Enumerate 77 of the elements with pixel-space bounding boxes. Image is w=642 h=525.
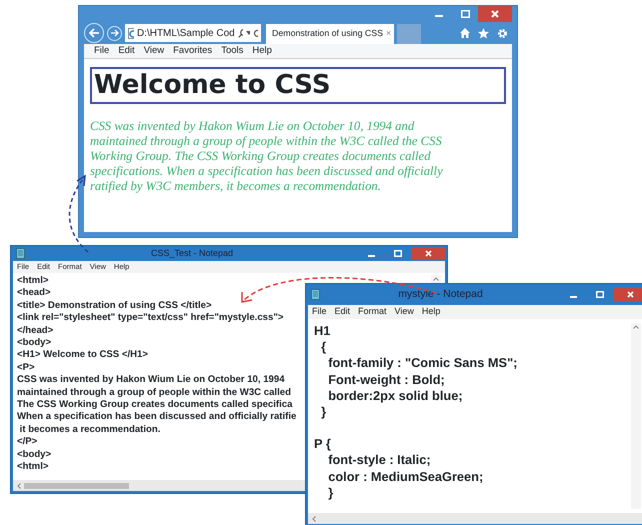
- code-line: P {: [314, 436, 331, 452]
- menu-item[interactable]: File: [312, 305, 327, 319]
- address-text: D:\HTML\Sample Cod: [136, 26, 235, 40]
- menu-item[interactable]: View: [394, 305, 414, 319]
- close-button[interactable]: [411, 247, 445, 260]
- code-line: <html>: [17, 461, 48, 474]
- code-line: <title> Demonstration of using CSS </title>: [17, 300, 212, 312]
- paragraph-line: ratified by W3C members, it becomes a recommendation.: [90, 179, 382, 194]
- tab-close-button[interactable]: ×: [386, 27, 392, 41]
- code-line: </head>: [17, 324, 54, 338]
- paragraph-line: specifications. When a specification has been discussed and officially: [90, 164, 444, 179]
- notepad-icon: [311, 289, 320, 300]
- close-icon: [626, 291, 634, 298]
- notepad-icon: [16, 248, 25, 259]
- close-icon: [491, 10, 499, 18]
- window-title: CSS_Test - Notepad: [150, 246, 234, 260]
- maximize-icon: [460, 10, 470, 18]
- menu-item[interactable]: Edit: [118, 44, 135, 58]
- page-heading: Welcome to CSS: [90, 67, 506, 104]
- paragraph-line: Working Group. The CSS Working Group creates documents called: [90, 149, 432, 164]
- code-line: border:2px solid blue;: [327, 388, 463, 404]
- menu-item[interactable]: Tools: [221, 44, 244, 58]
- code-line: When a specification has been discussed and officially ratifie: [17, 411, 296, 424]
- code-line: }: [327, 484, 334, 502]
- forward-arrow-icon: [110, 29, 118, 37]
- menu-item[interactable]: View: [144, 44, 164, 58]
- code-line: H1: [314, 323, 330, 340]
- code-line: font-style : Italic;: [327, 452, 431, 469]
- code-line: <link rel="stylesheet" type="text/css" href="mystyle.css">: [17, 312, 284, 325]
- close-button[interactable]: [478, 6, 512, 22]
- home-icon[interactable]: [460, 28, 470, 38]
- search-icon[interactable]: [238, 28, 244, 38]
- menu-item[interactable]: Help: [252, 44, 272, 58]
- address-bar[interactable]: D:\HTML\Sample Cod: [125, 24, 261, 42]
- maximize-icon: [394, 250, 402, 257]
- code-line: <body>: [17, 448, 52, 462]
- scroll-left-icon[interactable]: [17, 482, 21, 488]
- code-line: <H1> Welcome to CSS </H1>: [17, 349, 148, 362]
- close-button[interactable]: [613, 288, 642, 301]
- menu-item[interactable]: Favorites: [173, 44, 212, 58]
- scroll-up-icon[interactable]: [433, 277, 439, 281]
- star-icon[interactable]: [478, 28, 489, 38]
- code-line: it becomes a recommendation.: [18, 424, 160, 436]
- menu-item[interactable]: Format: [358, 305, 387, 319]
- code-line: <P>: [17, 362, 35, 374]
- paragraph-line: maintained through a group of people within the W3C called the CSS: [90, 134, 443, 149]
- code-line: color : MediumSeaGreen;: [327, 468, 484, 485]
- scroll-left-icon[interactable]: [312, 516, 316, 522]
- window-title: mystyle - Notepad: [397, 286, 484, 302]
- code-line: The CSS Working Group creates documents called specifica: [17, 399, 292, 412]
- back-arrow-icon: [88, 28, 100, 38]
- paragraph-line: CSS was invented by Hakon Wium Lie on October 10, 1994 and: [90, 119, 416, 134]
- code-line: font-family : "Comic Sans MS";: [327, 355, 518, 372]
- back-button[interactable]: [84, 23, 104, 43]
- dropdown-icon[interactable]: [246, 31, 250, 35]
- menu-item[interactable]: Edit: [334, 305, 350, 319]
- menu-item[interactable]: Help: [422, 305, 440, 319]
- scrollbar-thumb[interactable]: [24, 482, 129, 488]
- scroll-up-icon[interactable]: [633, 325, 639, 329]
- code-line: Font-weight : Bold;: [327, 372, 445, 388]
- close-icon: [424, 250, 432, 257]
- forward-button[interactable]: [107, 26, 122, 40]
- menu-item[interactable]: File: [94, 44, 110, 58]
- tab-title: Demonstration of using CSS: [272, 27, 383, 40]
- code-line: </P>: [17, 436, 38, 449]
- code-line: <html>: [17, 275, 48, 288]
- browser-tab[interactable]: Demonstration of using CSS ×: [266, 24, 394, 44]
- maximize-icon: [596, 291, 604, 298]
- code-line: CSS was invented by Hakon Wium Lie on October 10, 1994: [17, 374, 285, 387]
- code-line: <head>: [17, 287, 51, 300]
- settings-icon[interactable]: [497, 28, 508, 38]
- refresh-icon[interactable]: [252, 28, 258, 38]
- code-line: <body>: [17, 337, 52, 350]
- page-icon: [128, 28, 134, 38]
- code-line: maintained through a group of people within the W3C called: [17, 386, 291, 400]
- code-line: }: [320, 404, 326, 420]
- code-line: {: [320, 339, 326, 356]
